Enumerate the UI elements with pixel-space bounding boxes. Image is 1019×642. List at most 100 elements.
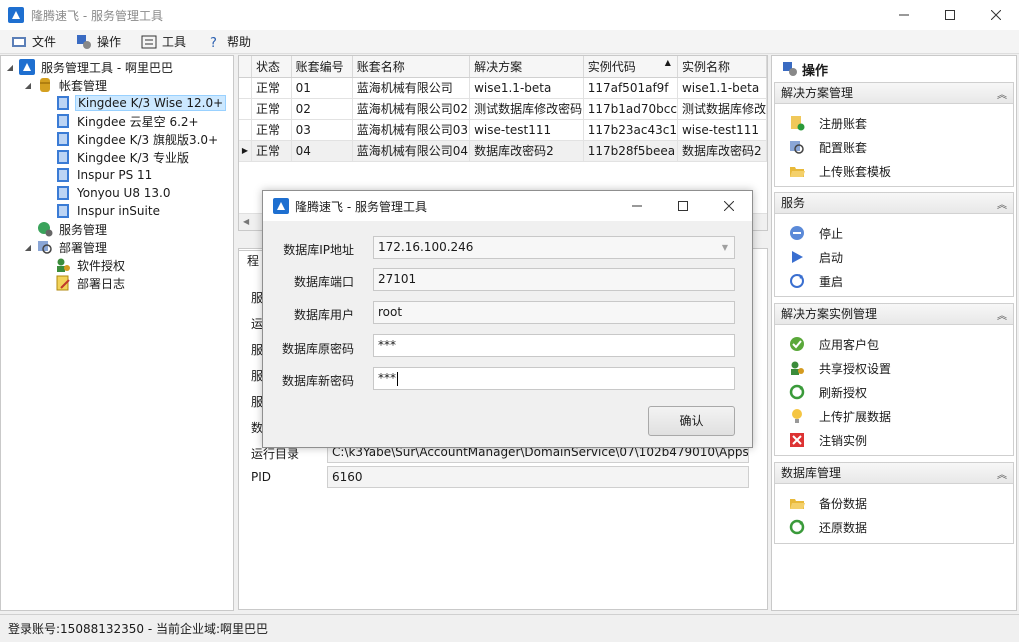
collapse-up-icon[interactable]: ︽ [997, 465, 1007, 486]
app-logo-icon [8, 7, 24, 23]
account-book-icon [55, 167, 71, 183]
confirm-button[interactable]: 确认 [648, 406, 735, 436]
db-user-label: 数据库用户 [293, 308, 354, 322]
restart-service-button[interactable]: 重启 [789, 271, 843, 291]
collapse-arrow-icon[interactable]: ◢ [23, 81, 33, 90]
group-database-mgmt: 数据库管理 ︽ 备份数据 还原数据 [774, 462, 1014, 544]
stop-service-button[interactable]: 停止 [789, 223, 843, 243]
register-account-button[interactable]: 注册账套 [789, 113, 867, 133]
chevron-down-icon[interactable]: ▼ [722, 237, 728, 258]
maximize-button[interactable] [927, 0, 973, 30]
deregister-instance-button[interactable]: 注销实例 [789, 430, 867, 450]
group-title[interactable]: 解决方案实例管理 ︽ [775, 304, 1013, 325]
license-user-icon [55, 257, 71, 273]
group-title[interactable]: 服务 ︽ [775, 193, 1013, 214]
detail-tab[interactable]: 程 [238, 250, 264, 270]
collapse-arrow-icon[interactable]: ◢ [5, 63, 15, 72]
group-service: 服务 ︽ 停止 启动 重启 [774, 192, 1014, 297]
db-user-input[interactable]: root [373, 301, 735, 324]
close-icon [991, 10, 1001, 20]
file-icon [12, 36, 26, 47]
maximize-icon [945, 10, 955, 20]
tree-software-license[interactable]: 软件授权 [41, 256, 127, 274]
collapse-up-icon[interactable]: ︽ [997, 85, 1007, 106]
backup-data-button[interactable]: 备份数据 [789, 493, 867, 513]
column-header[interactable]: 实例名称 [677, 56, 767, 78]
collapse-up-icon[interactable]: ︽ [997, 195, 1007, 216]
column-header[interactable]: 解决方案 [469, 56, 584, 78]
register-icon [789, 115, 805, 131]
menu-operation[interactable]: 操作 [73, 31, 124, 53]
account-book-icon [55, 113, 71, 129]
db-old-password-label: 数据库原密码 [281, 342, 354, 356]
tree-account-item[interactable]: Kingdee 云星空 6.2+ [41, 112, 201, 130]
restore-data-button[interactable]: 还原数据 [789, 517, 867, 537]
scroll-left-icon[interactable]: ◀ [243, 217, 249, 226]
group-title[interactable]: 数据库管理 ︽ [775, 463, 1013, 484]
app-logo-icon [19, 59, 35, 75]
globe-gear-icon [37, 221, 53, 237]
db-ip-select[interactable]: 172.16.100.246 ▼ [373, 236, 735, 259]
pid-field[interactable]: 6160 [327, 466, 749, 488]
configure-search-icon [789, 139, 805, 155]
minimize-button[interactable] [881, 0, 927, 30]
table-row[interactable]: 正常 02 蓝海机械有限公司02 测试数据库修改密码 117b1ad70bcc … [239, 98, 767, 120]
db-old-password-input[interactable]: *** [373, 334, 735, 357]
tree-account-item[interactable]: Inspur PS 11 [41, 166, 154, 184]
dialog-close-button[interactable] [706, 191, 752, 221]
app-logo-icon [273, 198, 289, 214]
title-bar: 隆腾速飞 - 服务管理工具 [0, 0, 1019, 30]
refresh-license-button[interactable]: 刷新授权 [789, 382, 867, 402]
collapse-up-icon[interactable]: ︽ [997, 306, 1007, 327]
window-title: 隆腾速飞 - 服务管理工具 [31, 8, 163, 23]
apply-client-package-button[interactable]: 应用客户包 [789, 334, 879, 354]
tree-account-mgmt[interactable]: ◢ 帐套管理 [23, 76, 109, 94]
column-header[interactable]: 状态 [251, 56, 292, 78]
table-row[interactable]: 正常 03 蓝海机械有限公司03 wise-test111 117b23ac43… [239, 119, 767, 141]
dialog-maximize-button[interactable] [660, 191, 706, 221]
shared-license-button[interactable]: 共享授权设置 [789, 358, 891, 378]
table-row[interactable]: 正常 01 蓝海机械有限公司 wise1.1-beta 117af501af9f… [239, 77, 767, 99]
column-header-sorted[interactable]: 实例代码 ▲ [583, 56, 678, 78]
account-book-icon [55, 131, 71, 147]
column-header[interactable]: 账套编号 [291, 56, 353, 78]
dialog-title-bar: 隆腾速飞 - 服务管理工具 [263, 191, 752, 221]
tools-icon [141, 35, 157, 48]
collapse-arrow-icon[interactable]: ◢ [23, 243, 33, 252]
help-icon: ? [210, 36, 217, 50]
tree-account-item[interactable]: Inspur inSuite [41, 202, 162, 220]
tree-account-item[interactable]: Kingdee K/3 专业版 [41, 148, 191, 166]
menu-file[interactable]: 文件 [8, 31, 59, 53]
column-header[interactable]: 账套名称 [352, 56, 471, 78]
tree-deploy-mgmt[interactable]: ◢ 部署管理 [23, 238, 109, 256]
tree-account-item[interactable]: Kingdee K/3 旗舰版3.0+ [41, 130, 220, 148]
refresh-icon [789, 384, 805, 400]
upload-template-button[interactable]: 上传账套模板 [789, 161, 891, 181]
minimize-icon [899, 14, 909, 16]
db-new-password-input[interactable]: *** [373, 367, 735, 390]
db-port-input[interactable]: 27101 [373, 268, 735, 291]
account-book-icon [55, 149, 71, 165]
tree-service-mgmt[interactable]: 服务管理 [23, 220, 109, 238]
start-service-button[interactable]: 启动 [789, 247, 843, 267]
restart-icon [789, 273, 805, 289]
account-book-icon [55, 185, 71, 201]
tree-deploy-log[interactable]: 部署日志 [41, 274, 127, 292]
close-icon [724, 201, 734, 211]
table-header-row: 状态 账套编号 账套名称 解决方案 实例代码 ▲ 实例名称 [239, 56, 767, 78]
upload-extension-data-button[interactable]: 上传扩展数据 [789, 406, 891, 426]
menu-help[interactable]: ? 帮助 [203, 31, 254, 53]
tree-account-item[interactable]: Yonyou U8 13.0 [41, 184, 173, 202]
tree-account-item[interactable]: Kingdee K/3 Wise 12.0+ [41, 94, 227, 112]
folder-open-icon [789, 495, 805, 511]
db-new-password-label: 数据库新密码 [281, 374, 354, 388]
log-edit-icon [55, 275, 71, 291]
configure-account-button[interactable]: 配置账套 [789, 137, 867, 157]
tree-root[interactable]: ◢ 服务管理工具 - 啊里巴巴 [5, 58, 175, 76]
group-title[interactable]: 解决方案管理 ︽ [775, 83, 1013, 104]
close-button[interactable] [973, 0, 1019, 30]
table-row-current[interactable]: ▶ 正常 04 蓝海机械有限公司04 数据库改密码2 117b28f5beea … [239, 140, 767, 162]
dialog-minimize-button[interactable] [614, 191, 660, 221]
menu-tools[interactable]: 工具 [138, 31, 189, 53]
check-circle-icon [789, 336, 805, 352]
